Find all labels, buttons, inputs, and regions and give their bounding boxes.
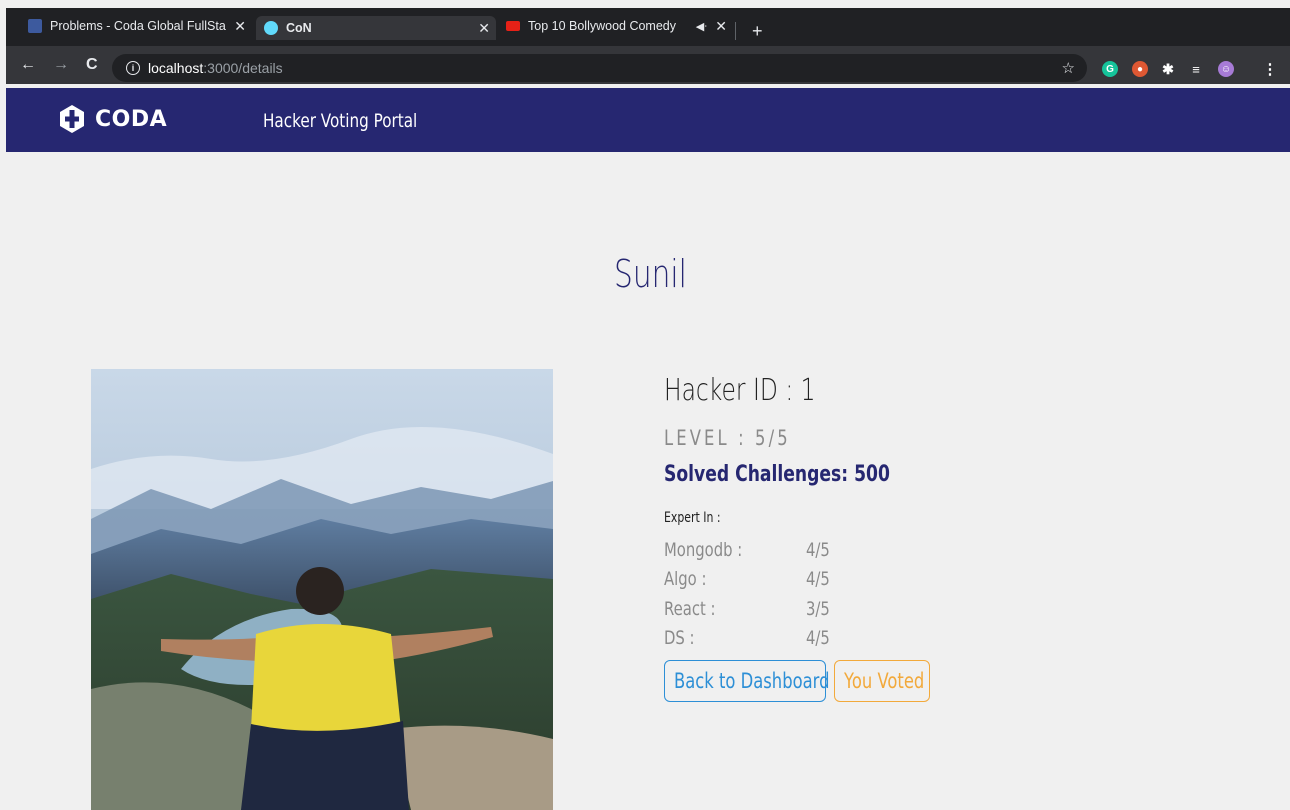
hacker-id: Hacker ID : 1 — [664, 373, 816, 408]
close-icon[interactable]: ✕ — [234, 18, 246, 35]
browser-tab-youtube[interactable]: Top 10 Bollywood Comedy ◀︎ᐧ ✕ — [498, 12, 733, 40]
address-bar[interactable]: i localhost :3000/details ☆ — [112, 54, 1087, 82]
reload-icon[interactable]: C — [86, 57, 98, 73]
react-favicon-icon — [264, 21, 278, 35]
skill-name: Mongodb : — [664, 539, 743, 561]
close-icon[interactable]: ✕ — [715, 18, 727, 35]
vote-button-label: You Voted — [844, 669, 925, 693]
browser-tab-con[interactable]: CoN ✕ — [256, 16, 496, 40]
skill-name: React : — [664, 598, 716, 620]
tab-title: Top 10 Bollywood Comedy — [528, 19, 676, 33]
youtube-favicon-icon — [506, 21, 520, 31]
tab-title: Problems - Coda Global FullSta — [50, 19, 226, 33]
tab-separator — [735, 22, 736, 40]
you-voted-button[interactable]: You Voted — [834, 660, 930, 702]
back-button-label: Back to Dashboard — [674, 669, 830, 693]
coda-logo-icon — [60, 105, 84, 133]
new-tab-icon[interactable]: + — [752, 22, 763, 40]
audio-playing-icon[interactable]: ◀︎ᐧ — [696, 20, 707, 33]
skill-name: Algo : — [664, 568, 707, 590]
back-to-dashboard-button[interactable]: Back to Dashboard — [664, 660, 830, 702]
logo-text: CODA — [95, 106, 168, 132]
site-info-icon[interactable]: i — [126, 61, 140, 75]
close-icon[interactable]: ✕ — [478, 20, 490, 37]
expert-in-label: Expert In : — [664, 510, 721, 526]
skill-row-mongodb: Mongodb : 4/5 — [664, 539, 830, 562]
skill-rating: 4/5 — [806, 568, 830, 590]
skill-name: DS : — [664, 627, 695, 649]
browser-menu-icon[interactable]: ⋮ — [1262, 61, 1278, 78]
extensions-puzzle-icon[interactable]: ✱ — [1160, 61, 1176, 77]
skill-row-algo: Algo : 4/5 — [664, 568, 830, 591]
coda-logo[interactable]: CODA — [57, 104, 167, 134]
skill-rating: 4/5 — [806, 627, 830, 649]
browser-tab-problems[interactable]: Problems - Coda Global FullSta ✕ — [20, 12, 252, 40]
coda-favicon-icon — [28, 19, 42, 33]
hacker-level: LEVEL : 5/5 — [664, 426, 791, 450]
hacker-photo — [91, 369, 553, 810]
hacker-name: Sunil — [614, 252, 687, 296]
skill-row-ds: DS : 4/5 — [664, 627, 830, 650]
skill-row-react: React : 3/5 — [664, 598, 830, 621]
back-arrow-icon[interactable]: ← — [20, 57, 36, 73]
profile-avatar[interactable]: ☺ — [1218, 61, 1234, 77]
portal-title: Hacker Voting Portal — [263, 110, 418, 132]
app-header — [6, 88, 1290, 152]
url-host: localhost — [148, 60, 204, 76]
forward-arrow-icon[interactable]: → — [53, 57, 69, 73]
skill-rating: 3/5 — [806, 598, 830, 620]
tab-title: CoN — [286, 21, 312, 35]
duckduckgo-extension-icon[interactable]: ● — [1132, 61, 1148, 77]
media-control-icon[interactable]: ≡ — [1188, 61, 1204, 77]
url-path: :3000/details — [203, 60, 283, 76]
solved-challenges: Solved Challenges: 500 — [664, 462, 890, 487]
grammarly-extension-icon[interactable]: G — [1102, 61, 1118, 77]
skill-rating: 4/5 — [806, 539, 830, 561]
bookmark-star-icon[interactable]: ☆ — [1062, 59, 1075, 77]
